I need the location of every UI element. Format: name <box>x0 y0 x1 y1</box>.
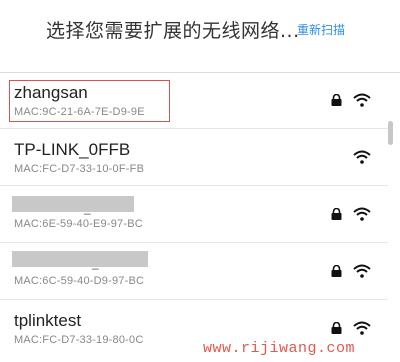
lock-icon <box>331 208 342 220</box>
watermark: www.rijiwang.com <box>203 340 356 357</box>
scrollbar-thumb[interactable] <box>388 121 393 145</box>
network-ssid: TP-LINK_0FFB <box>14 140 131 159</box>
network-list: zhangsan MAC:9C-21-6A-7E-D9-9E TP-LINK_0… <box>0 72 400 362</box>
network-ssid: tplinktest <box>14 311 82 330</box>
wifi-icon <box>353 150 371 164</box>
network-mac: MAC:6E-59-40-E9-97-BC <box>14 218 143 230</box>
network-mac: MAC:6C-59-40-D9-97-BC <box>14 275 145 287</box>
network-row-masked-1[interactable]: _ MAC:6E-59-40-E9-97-BC <box>0 187 390 243</box>
page-title: 选择您需要扩展的无线网络... <box>46 20 300 42</box>
wifi-icon <box>353 321 371 335</box>
rescan-button[interactable]: 重新扫描 <box>297 21 345 38</box>
network-mac: MAC:FC-D7-33-10-0F-FB <box>14 163 145 175</box>
network-ssid-fragment: _ <box>84 201 91 215</box>
lock-icon <box>331 265 342 277</box>
network-row-zhangsan[interactable]: zhangsan MAC:9C-21-6A-7E-D9-9E <box>0 73 390 129</box>
wifi-icon <box>353 207 371 221</box>
page-header: 选择您需要扩展的无线网络... 重新扫描 <box>0 0 400 72</box>
ssid-redaction <box>12 251 148 267</box>
network-ssid: zhangsan <box>14 83 88 102</box>
ssid-redaction <box>12 196 134 212</box>
wifi-icon <box>353 264 371 278</box>
lock-icon <box>331 94 342 106</box>
wifi-icon <box>353 93 371 107</box>
network-mac: MAC:FC-D7-33-19-80-0C <box>14 334 144 346</box>
network-ssid-fragment: _ <box>92 256 99 270</box>
network-row-masked-2[interactable]: _ MAC:6C-59-40-D9-97-BC <box>0 244 390 300</box>
network-row-tp-link-0ffb[interactable]: TP-LINK_0FFB MAC:FC-D7-33-10-0F-FB <box>0 130 390 186</box>
scrollbar-track[interactable] <box>388 73 394 362</box>
network-mac: MAC:9C-21-6A-7E-D9-9E <box>14 106 145 118</box>
lock-icon <box>331 322 342 334</box>
